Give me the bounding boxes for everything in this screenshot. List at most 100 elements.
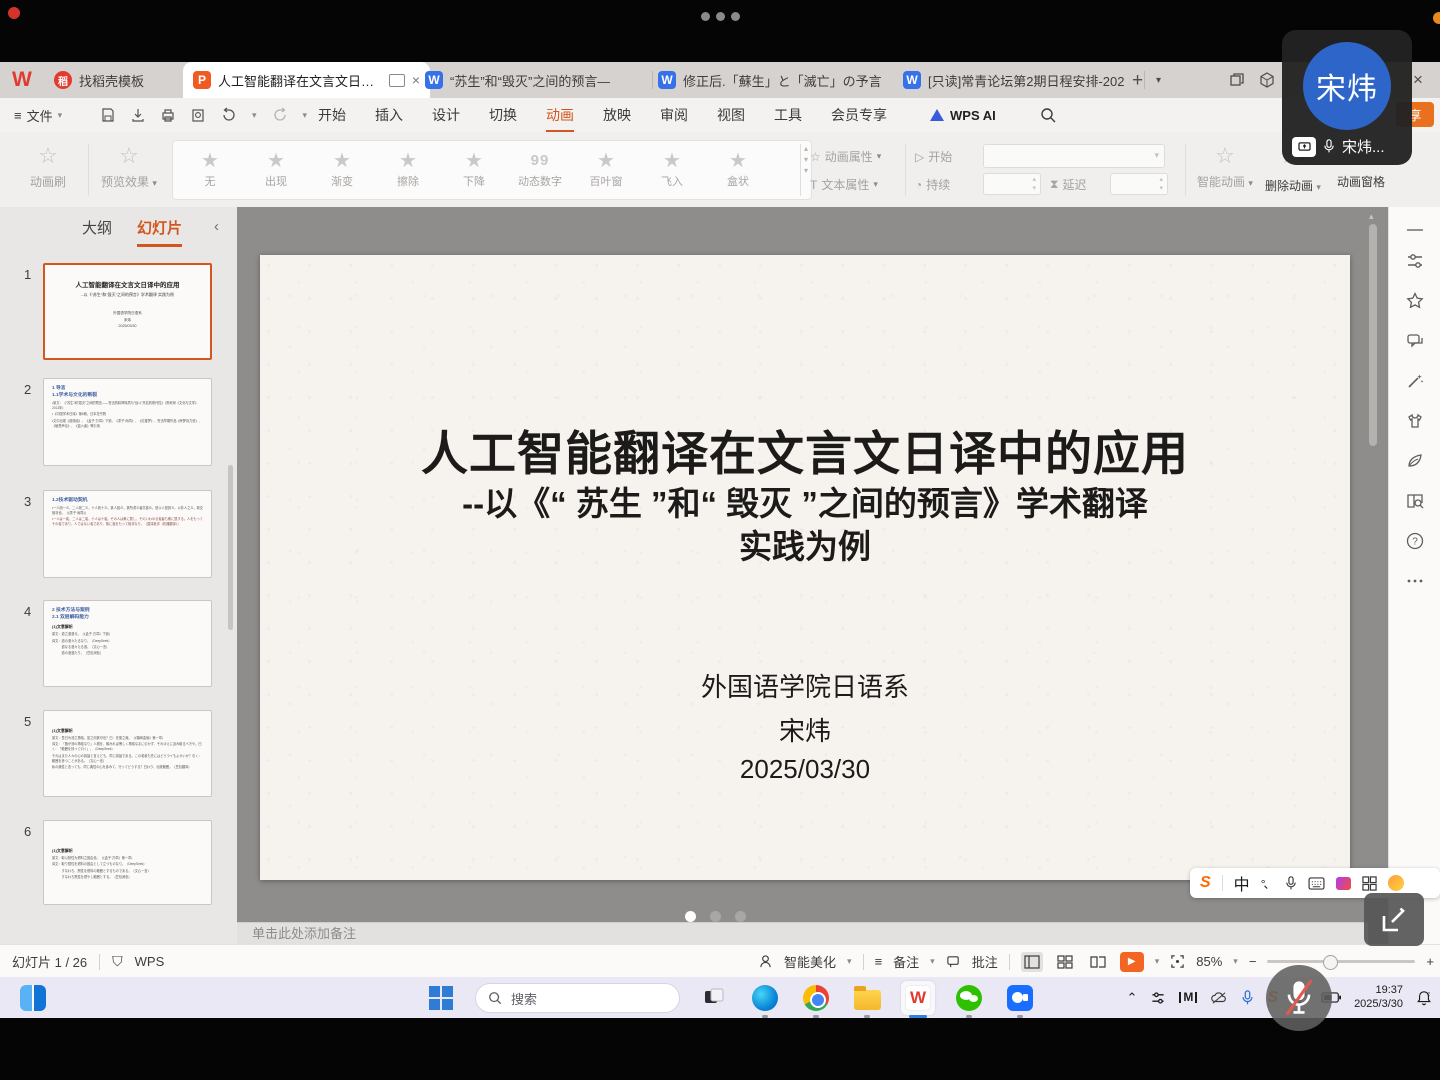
slide-thumbnail-5[interactable]: (1)文意解析原文：吾日为汤之再临，如之何其可也？曰：在彼之哉。（《箱崎金翁》第… (43, 710, 212, 797)
beautify-button[interactable]: 智能美化 (784, 952, 836, 971)
search-icon[interactable] (1040, 107, 1057, 124)
help-icon[interactable]: ? (1405, 531, 1425, 551)
tray-expand-chevron[interactable]: ⌃ (1126, 990, 1137, 1006)
resource-search-icon[interactable] (1405, 491, 1425, 511)
slide-canvas[interactable]: 人工智能翻译在文言文日译中的应用 --以《“ 苏生 ”和“ 毁灭 ”之间的预言》… (260, 255, 1350, 880)
menu-tab-8[interactable]: 工具 (774, 105, 802, 125)
comment-icon[interactable] (1405, 331, 1425, 351)
preview-effect-button[interactable]: ☆ 预览效果 ▾ (96, 143, 162, 190)
slide-sorter-view-button[interactable] (1054, 952, 1076, 972)
document-tab-4[interactable]: W[只读]常青论坛第2期日程安排-202 (893, 62, 1145, 98)
menu-tab-7[interactable]: 视图 (717, 105, 745, 125)
anim-effect-item[interactable]: ★盒状 (705, 141, 771, 199)
zoom-out-button[interactable]: − (1249, 954, 1257, 969)
slide-thumbnail-4[interactable]: 2 技术方法与案例2.1 双层解码能力(1)文意解析原文：道之漫漫兮。（《孟子·… (43, 600, 212, 687)
menu-tab-6[interactable]: 审阅 (660, 105, 688, 125)
screen-share-icon[interactable] (1292, 137, 1316, 157)
workspace-box-icon[interactable] (1258, 71, 1276, 89)
delay-spinner[interactable]: ▴▾ (1110, 173, 1168, 195)
notes-bar[interactable]: 单击此处添加备注 (237, 922, 1368, 944)
start-button[interactable] (424, 981, 458, 1015)
document-tab-3[interactable]: W修正后.「蘇生」と「滅亡」の予言 (648, 62, 908, 98)
print-preview-icon[interactable] (190, 107, 206, 123)
eco-leaf-icon[interactable] (1405, 451, 1425, 471)
slide-thumbnail-2[interactable]: 1 导言1.1学术与文化的断裂▪原文：《“苏生”和“毁灭”之间的预言——鲁迅的精… (43, 378, 212, 466)
wps-logo[interactable]: W (12, 69, 32, 91)
undo-icon[interactable] (220, 107, 238, 123)
restore-window-icon[interactable] (1228, 71, 1246, 89)
slide-thumbnail-1[interactable]: 人工智能翻译在文言文日译中的应用--以《“苏生”和“毁灭”之间的预言》学术翻译 … (43, 263, 212, 360)
more-icon[interactable] (1405, 571, 1425, 591)
start-dropdown[interactable]: ▾ (983, 144, 1165, 168)
sogou-logo-icon[interactable]: S (1200, 874, 1211, 892)
window-close-button[interactable]: × (1413, 70, 1423, 90)
beautify-wand-icon[interactable] (1405, 371, 1425, 391)
animation-star-icon[interactable] (1405, 291, 1425, 311)
anim-effect-item[interactable]: ★百叶窗 (573, 141, 639, 199)
comment-button[interactable]: 批注 (972, 952, 998, 971)
ime-keyboard-icon[interactable] (1308, 877, 1325, 890)
animation-property-dropdown[interactable]: ☆动画属性▾ (810, 148, 881, 165)
menu-tab-1[interactable]: 插入 (375, 105, 403, 125)
tray-sliders-icon[interactable] (1150, 990, 1166, 1006)
widgets-icon[interactable] (20, 985, 46, 1011)
vertical-scrollbar[interactable] (1369, 224, 1377, 446)
notification-bell-icon[interactable]: z (1416, 990, 1432, 1006)
scroll-up-icon[interactable]: ▴ (1369, 211, 1374, 222)
menu-tab-4[interactable]: 动画 (546, 105, 574, 125)
anim-effect-item[interactable]: ★擦除 (375, 141, 441, 199)
meeting-toolbar-dots-icon[interactable] (0, 8, 1440, 26)
wps-label[interactable]: WPS (135, 954, 165, 969)
menu-tab-5[interactable]: 放映 (603, 105, 631, 125)
animation-painter-button[interactable]: ☆ 动画刷 (18, 143, 78, 190)
document-tab-0[interactable]: 稻找稻壳模板 (44, 62, 198, 98)
duration-spinner[interactable]: ▴▾ (983, 173, 1041, 195)
ime-punctuation-icon[interactable]: °、 (1261, 875, 1274, 892)
notes-button[interactable]: 备注 (893, 952, 919, 971)
play-options-chevron[interactable]: ▾ (1155, 956, 1160, 967)
export-icon[interactable] (130, 107, 146, 123)
zoom-in-button[interactable]: + (1426, 954, 1434, 969)
mic-muted-float-button[interactable] (1266, 965, 1332, 1031)
object-properties-icon[interactable] (1405, 251, 1425, 271)
menu-tab-9[interactable]: 会员专享 (831, 105, 887, 125)
ime-mic-icon[interactable] (1285, 876, 1297, 891)
chrome-icon[interactable] (799, 981, 833, 1015)
file-menu[interactable]: ≡ 文件 ▾ (14, 106, 62, 125)
tray-mic-icon[interactable] (1241, 990, 1254, 1006)
anim-effect-item[interactable]: ★无 (177, 141, 243, 199)
anim-effect-item[interactable]: ★下降 (441, 141, 507, 199)
save-icon[interactable] (100, 107, 116, 123)
sidebar-scrollbar[interactable] (228, 465, 233, 630)
slide-thumbnail-6[interactable]: (1)文意解析原文：取以默性为燃料之因由也。（《孟子·万章》第一章）译文：取り黙… (43, 820, 212, 905)
document-tab-1[interactable]: P人工智能翻译在文言文日译中× (183, 62, 430, 98)
slideshow-play-button[interactable]: ▶ (1120, 952, 1144, 972)
collapse-panel-icon[interactable]: ‹ (214, 218, 219, 235)
meeting-video-overlay[interactable]: 宋炜 宋炜... (1282, 30, 1412, 165)
panel-handle[interactable] (1407, 229, 1423, 231)
tab-slides[interactable]: 幻灯片 (137, 217, 182, 238)
tray-im-icon[interactable]: M (1179, 992, 1197, 1003)
smart-animation-button[interactable]: ☆ 智能动画 ▾ (1194, 143, 1256, 190)
ime-skin-icon[interactable] (1336, 877, 1351, 890)
zoom-slider[interactable] (1267, 960, 1415, 963)
zoom-level[interactable]: 85% (1196, 954, 1222, 969)
ime-emoji-icon[interactable] (1388, 875, 1404, 891)
reading-view-button[interactable] (1087, 952, 1109, 972)
redo-icon[interactable] (271, 107, 289, 123)
normal-view-button[interactable] (1021, 952, 1043, 972)
menu-tab-2[interactable]: 设计 (432, 105, 460, 125)
redo-chevron-icon[interactable]: ▾ (303, 110, 308, 121)
slide-pagination-dots[interactable] (685, 911, 746, 922)
gallery-scroll-arrows[interactable]: ▴▾▾ (804, 145, 808, 175)
menu-tab-3[interactable]: 切换 (489, 105, 517, 125)
anim-effect-item[interactable]: ★出现 (243, 141, 309, 199)
wps-ai-button[interactable]: WPS AI (930, 108, 996, 123)
ime-toolbox-icon[interactable] (1362, 876, 1377, 891)
anim-effect-item[interactable]: 99动态数字 (507, 141, 573, 199)
taskbar-clock[interactable]: 19:372025/3/30 (1354, 984, 1403, 1012)
meeting-app-icon[interactable] (1003, 981, 1037, 1015)
tab-outline[interactable]: 大纲 (82, 217, 112, 238)
skin-shirt-icon[interactable] (1405, 411, 1425, 431)
tab-list-chevron-icon[interactable]: ▾ (1156, 75, 1161, 86)
